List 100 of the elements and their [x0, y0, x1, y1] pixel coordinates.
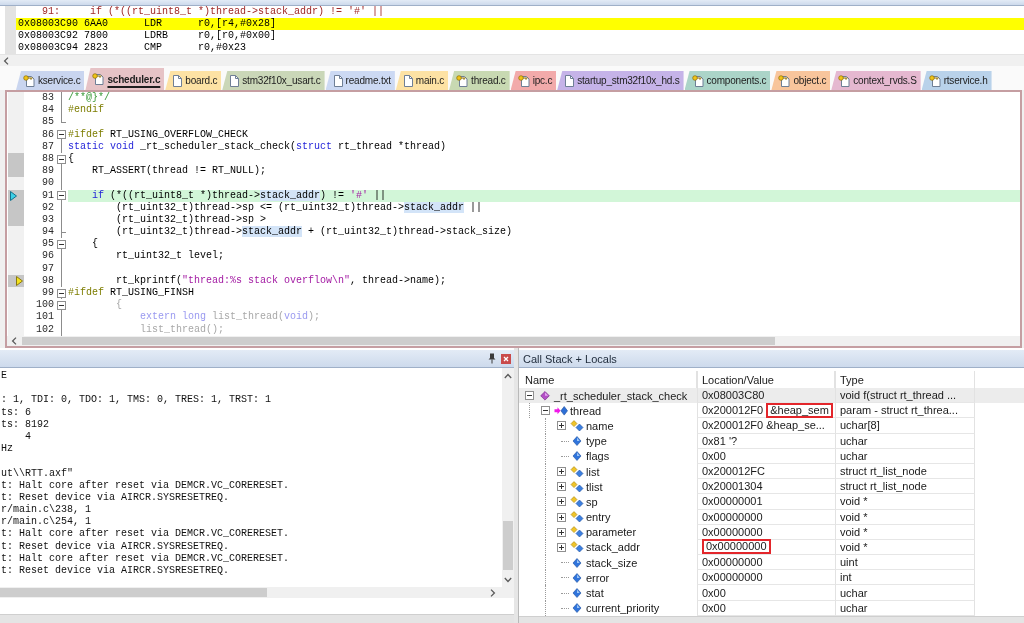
table-cell: uint	[835, 555, 975, 571]
code-line: extern long list_thread(void);	[139, 311, 321, 324]
file-tab[interactable]: board.c	[165, 71, 222, 90]
file-tab[interactable]: stm32f10x_usart.c	[222, 71, 325, 90]
close-icon[interactable]	[501, 353, 511, 364]
file-tab[interactable]: kservice.c	[16, 71, 85, 90]
expand-icon[interactable]	[557, 421, 566, 431]
expand-icon[interactable]	[557, 527, 566, 537]
expand-icon[interactable]	[557, 512, 566, 522]
collapse-icon[interactable]	[57, 288, 66, 298]
document-icon	[332, 74, 343, 87]
chevron-right-icon[interactable]	[490, 588, 496, 597]
variable-name: parameter	[586, 526, 637, 539]
expand-icon[interactable]	[557, 482, 566, 492]
collapse-icon[interactable]	[57, 300, 66, 310]
table-cell: uchar	[835, 585, 975, 601]
line-number: 97	[42, 262, 54, 275]
file-tab[interactable]: components.c	[684, 71, 771, 90]
document-icon	[229, 74, 240, 87]
line-number: 89	[42, 165, 54, 178]
file-tab[interactable]: rtservice.h	[921, 71, 992, 90]
line-number: 87	[42, 140, 54, 153]
table-cell: 0x200012FC	[697, 463, 835, 480]
line-number: 102	[36, 323, 54, 336]
variable-name: type	[586, 435, 607, 448]
expand-icon[interactable]	[557, 497, 566, 507]
diamond-icon	[538, 389, 552, 402]
line-number: 86	[42, 128, 54, 141]
collapse-icon[interactable]	[57, 191, 66, 201]
code-line: #endif	[68, 104, 104, 117]
code-line: list_thread();	[139, 323, 225, 336]
code-line: RT_ASSERT(thread != RT_NULL);	[91, 165, 267, 178]
document-key-icon	[928, 74, 941, 87]
output-line: t: Reset device via AIRCR.SYSRESETREQ.	[0, 491, 230, 504]
two-diamonds-icon	[570, 495, 584, 508]
output-line: E	[0, 370, 7, 383]
document-icon	[172, 74, 183, 87]
variable-name: thread	[570, 404, 602, 417]
scrollbar-thumb[interactable]	[503, 521, 513, 570]
table-cell: 0x81 '?	[697, 433, 835, 449]
output-line: r/main.c\254, 1	[0, 516, 91, 528]
line-number: 90	[42, 177, 54, 190]
table-cell: 0x00	[697, 600, 835, 616]
file-tab[interactable]: object.c	[771, 71, 831, 90]
table-cell: struct rt_list_node	[835, 479, 975, 495]
variable-name: error	[586, 571, 610, 584]
table-cell: param - struct rt_threa...	[835, 403, 975, 419]
scrollbar-thumb[interactable]	[0, 588, 267, 597]
collapse-icon[interactable]	[57, 130, 66, 140]
table-cell: 0x00000000	[697, 524, 835, 540]
two-diamonds-icon	[570, 480, 584, 493]
code-line: rt_uint32_t level;	[115, 250, 225, 263]
variable-name: flags	[586, 450, 610, 463]
table-cell: 0x00000001	[697, 494, 835, 510]
code-line: {	[68, 152, 74, 166]
table-cell: int	[835, 570, 975, 586]
file-tab[interactable]: main.c	[395, 71, 449, 90]
line-number: 84	[42, 104, 54, 117]
pin-icon[interactable]	[488, 353, 496, 364]
code-line: rt_kprintf("thread:%s stack overflow\n", thread->name);	[115, 274, 447, 287]
expand-icon[interactable]	[557, 467, 566, 477]
chevron-up-icon[interactable]	[504, 373, 512, 379]
diamond-icon	[570, 602, 584, 615]
line-number: 94	[42, 226, 54, 239]
output-line: ut\\RTT.axf"	[0, 467, 73, 480]
chevron-left-icon[interactable]	[3, 56, 9, 65]
line-number: 91	[42, 189, 54, 202]
code-line: static void _rt_scheduler_stack_check(struct rt_thread *thread)	[68, 140, 447, 153]
highlighted-value: 0x00000000	[702, 539, 771, 555]
scrollbar-thumb[interactable]	[22, 337, 775, 345]
code-line: {	[91, 238, 98, 251]
file-tab[interactable]: thread.c	[449, 71, 510, 90]
file-tab[interactable]: ipc.c	[510, 71, 557, 90]
collapse-icon[interactable]	[525, 391, 534, 401]
collapse-icon[interactable]	[541, 406, 550, 416]
chevron-down-icon[interactable]	[504, 577, 512, 583]
table-cell: 0x00	[697, 448, 835, 464]
two-diamonds-icon	[570, 465, 584, 478]
table-cell: void *	[835, 539, 975, 556]
output-line: t: Halt core after reset via DEMCR.VC_CORERESET.	[0, 479, 290, 492]
collapse-icon[interactable]	[57, 154, 66, 164]
file-tab[interactable]: readme.txt	[325, 71, 395, 90]
line-number: 101	[36, 311, 54, 324]
file-tab[interactable]: scheduler.c	[85, 68, 165, 90]
two-diamonds-icon	[570, 541, 584, 554]
table-cell: void *	[835, 524, 975, 540]
output-line: ts: 8192	[0, 418, 49, 431]
variable-name: entry	[586, 511, 611, 524]
chevron-left-icon[interactable]	[11, 337, 17, 345]
document-icon	[564, 74, 575, 87]
file-tab[interactable]: context_rvds.S	[831, 71, 921, 90]
variable-name: current_priority	[586, 602, 660, 615]
document-key-icon	[517, 74, 530, 87]
output-line: t: Halt core after reset via DEMCR.VC_CORERESET.	[0, 552, 290, 565]
file-tab[interactable]: startup_stm32f10x_hd.s	[557, 71, 684, 90]
code-line: /**@}*/	[68, 92, 110, 104]
table-cell: 0x00	[697, 585, 835, 601]
collapse-icon[interactable]	[57, 239, 66, 249]
variable-name: list	[586, 465, 600, 478]
expand-icon[interactable]	[557, 542, 566, 552]
